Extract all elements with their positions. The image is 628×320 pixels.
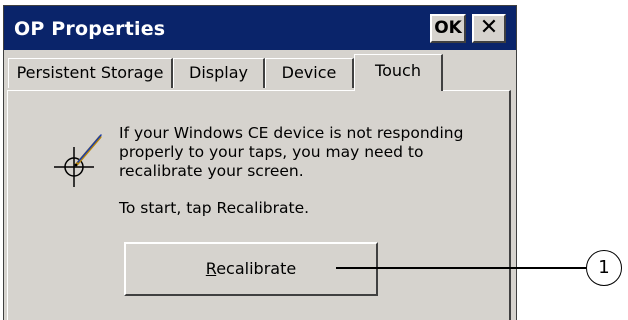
title-bar: OP Properties OK ✕ [4,6,516,50]
ok-button[interactable]: OK [430,14,466,43]
touch-tab-panel: If your Windows CE device is not respond… [7,90,511,320]
tab-device[interactable]: Device [265,58,354,88]
close-icon: ✕ [479,15,499,40]
recalibrate-button[interactable]: Recalibrate [124,242,378,296]
callout-leader-line [336,267,586,269]
start-instruction: To start, tap Recalibrate. [119,199,310,217]
calibration-message: If your Windows CE device is not respond… [119,124,499,181]
recalibrate-label-rest: ecalibrate [216,259,297,278]
screen: OP Properties OK ✕ Persistent Storage Di… [0,0,628,320]
tab-persistent-storage[interactable]: Persistent Storage [8,58,173,88]
callout-number: 1 [586,250,622,286]
stylus-crosshair-icon [54,134,102,187]
op-properties-dialog: OP Properties OK ✕ Persistent Storage Di… [3,5,517,320]
tab-display[interactable]: Display [173,58,265,88]
message-line-1: If your Windows CE device is not respond… [119,124,464,142]
tab-touch[interactable]: Touch [354,54,443,91]
tab-strip: Persistent Storage Display Device Touch [4,54,516,91]
message-line-3: recalibrate your screen. [119,162,304,180]
dialog-title: OP Properties [14,18,166,40]
recalibrate-mnemonic: R [205,259,217,278]
message-line-2: properly to your taps, you may need to [119,143,424,161]
close-button[interactable]: ✕ [472,14,506,43]
